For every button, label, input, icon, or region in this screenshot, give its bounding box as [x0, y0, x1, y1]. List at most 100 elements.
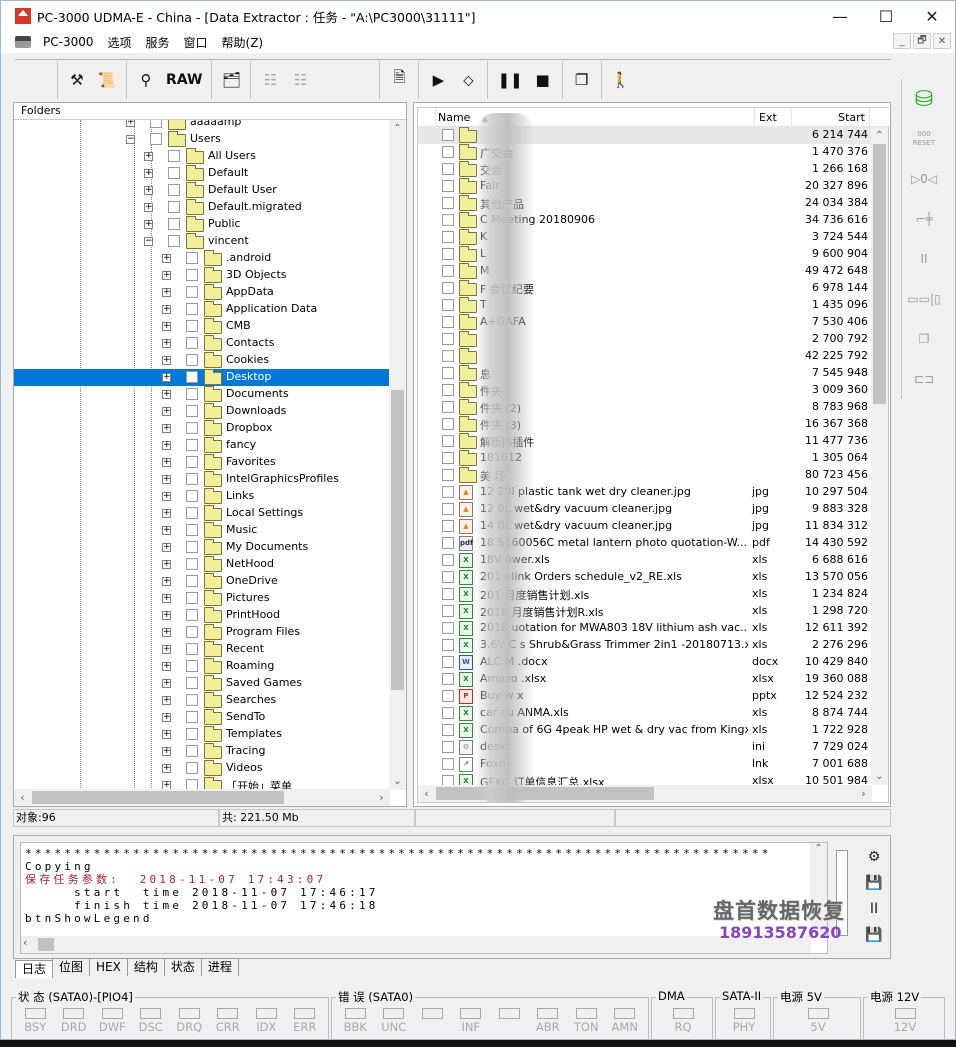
file-checkbox[interactable] — [442, 231, 454, 243]
expand-icon[interactable]: + — [162, 356, 171, 365]
log-settings-icon[interactable]: ⚙ — [860, 844, 888, 870]
pause-icon[interactable]: ❚❚ — [492, 63, 527, 97]
file-row[interactable]: P Buy w x pptx 12 524 232 — [418, 688, 872, 705]
file-row[interactable]: F 会议纪要 6 978 144 — [418, 280, 872, 297]
expand-icon[interactable]: + — [162, 577, 171, 586]
tree-item[interactable]: + Documents — [14, 386, 390, 403]
expand-icon[interactable]: + — [162, 254, 171, 263]
tree-item[interactable]: − vincent — [14, 233, 390, 250]
stop-icon[interactable]: ■ — [528, 63, 558, 97]
file-row[interactable]: W ALC M .docx docx 10 429 840 — [418, 654, 872, 671]
file-row[interactable]: X Amazo .xlsx xlsx 19 360 088 — [418, 671, 872, 688]
tab-bitmap[interactable]: 位图 — [52, 958, 91, 976]
tree-checkbox[interactable] — [186, 354, 198, 366]
tree-item[interactable]: + AppData — [14, 284, 390, 301]
connector-icon[interactable]: ⊏⊐ — [904, 359, 944, 399]
column-header-name[interactable]: Name ▲ — [436, 108, 755, 127]
mdi-close-button[interactable]: ✕ — [933, 33, 951, 49]
file-row[interactable]: X Compa of 6G 4peak HP wet & dry vac from… — [418, 722, 872, 739]
tree-item[interactable]: + Music — [14, 522, 390, 539]
file-checkbox[interactable] — [442, 724, 454, 736]
tree-item[interactable]: + Default User — [14, 182, 390, 199]
tree-item[interactable]: + Videos — [14, 760, 390, 777]
tree-checkbox[interactable] — [186, 762, 198, 774]
file-row[interactable]: Xcar cu ANMA.xls xls 8 874 744 — [418, 705, 872, 722]
log-output[interactable]: ****************************************… — [20, 842, 828, 954]
file-checkbox[interactable] — [442, 588, 454, 600]
file-row[interactable]: X 3.6V C s Shrub&Grass Trimmer 2in1 -2018… — [418, 637, 872, 654]
tree-checkbox[interactable] — [186, 422, 198, 434]
scroll-left-icon[interactable]: ‹ — [418, 785, 435, 802]
menu-help[interactable]: 帮助(Z) — [220, 34, 266, 51]
tree-item[interactable]: + .android — [14, 250, 390, 267]
file-row[interactable]: 美 场 80 723 456 — [418, 467, 872, 484]
tree-checkbox[interactable] — [168, 201, 180, 213]
file-checkbox[interactable] — [442, 367, 454, 379]
block-transfer-icon[interactable]: ▭▭|▯ — [904, 279, 944, 319]
tree-gray-icon[interactable]: ☷ — [255, 63, 285, 97]
menu-service[interactable]: 服务 — [144, 34, 172, 51]
file-row[interactable]: A+GAFA 7 530 406 — [418, 314, 872, 331]
file-checkbox[interactable] — [442, 197, 454, 209]
expand-icon[interactable]: + — [162, 305, 171, 314]
expand-icon[interactable]: + — [162, 764, 171, 773]
tree-item[interactable]: + Program Files — [14, 624, 390, 641]
file-checkbox[interactable] — [442, 384, 454, 396]
expand-icon[interactable]: + — [162, 730, 171, 739]
file-checkbox[interactable] — [442, 265, 454, 277]
tab-log[interactable]: 日志 — [15, 960, 54, 978]
file-row[interactable]: ▲ 14 0L wet&dry vacuum cleaner.jpg jpg 11 8… — [418, 518, 872, 535]
scroll-thumb[interactable] — [436, 787, 654, 800]
file-row[interactable]: 181012 1 305 064 — [418, 450, 872, 467]
file-checkbox[interactable] — [442, 520, 454, 532]
menu-options[interactable]: 选项 — [105, 34, 133, 51]
file-checkbox[interactable] — [442, 163, 454, 175]
tree-checkbox[interactable] — [168, 218, 180, 230]
file-checkbox[interactable] — [442, 469, 454, 481]
file-row[interactable]: 件夹 (2) 8 783 968 — [418, 399, 872, 416]
document-check-icon[interactable]: 🗎 — [384, 63, 414, 97]
expand-icon[interactable]: + — [144, 152, 153, 161]
folder-horizontal-scrollbar[interactable]: ‹ › — [14, 789, 390, 806]
expand-icon[interactable]: + — [162, 492, 171, 501]
switch-circuit-icon[interactable]: ⌐╪ — [904, 199, 944, 239]
file-row[interactable]: ▲ 12 0L wet&dry vacuum cleaner.jpg jpg 9 88… — [418, 501, 872, 518]
file-row[interactable]: ⚙ deskt ini 7 729 024 — [418, 739, 872, 756]
file-row[interactable]: Fair 20 327 896 — [418, 178, 872, 195]
tree-checkbox[interactable] — [150, 120, 162, 128]
expand-icon[interactable]: + — [144, 220, 153, 229]
expand-icon[interactable]: + — [144, 186, 153, 195]
expand-icon[interactable]: + — [162, 662, 171, 671]
expand-icon[interactable]: + — [126, 120, 135, 127]
file-checkbox[interactable] — [442, 214, 454, 226]
file-row[interactable]: X GEKC 订单信息汇总.xlsx xlsx 10 501 984 — [418, 773, 872, 785]
file-row[interactable]: 交会 1 266 168 — [418, 161, 872, 178]
tab-status[interactable]: 状态 — [163, 958, 202, 976]
file-row[interactable]: 解版JS插件 11 477 736 — [418, 433, 872, 450]
tree-checkbox[interactable] — [186, 677, 198, 689]
log-horizontal-scrollbar[interactable]: ‹ — [21, 936, 811, 953]
maximize-button[interactable]: ☐ — [863, 1, 909, 31]
tree-item[interactable]: + Searches — [14, 692, 390, 709]
file-checkbox[interactable] — [442, 435, 454, 447]
scroll-up-icon[interactable]: ⌃ — [389, 120, 406, 137]
expand-icon[interactable]: + — [162, 509, 171, 518]
pause-log-icon[interactable]: II — [860, 896, 888, 922]
expand-icon[interactable]: + — [162, 560, 171, 569]
file-checkbox[interactable] — [442, 146, 454, 158]
tree-item[interactable]: + Local Settings — [14, 505, 390, 522]
file-row[interactable]: 息 7 545 948 — [418, 365, 872, 382]
pc3000-menu-icon[interactable] — [15, 36, 31, 48]
close-button[interactable]: ✕ — [909, 1, 955, 31]
file-row[interactable]: 广交会 1 470 376 — [418, 144, 872, 161]
tree-item[interactable]: + NetHood — [14, 556, 390, 573]
expand-icon[interactable]: + — [162, 611, 171, 620]
file-checkbox[interactable] — [442, 248, 454, 260]
scroll-thumb[interactable] — [873, 144, 886, 404]
file-row[interactable]: X 2018 uotation for MWA803 18V lithium as… — [418, 620, 872, 637]
file-row[interactable]: M 49 472 648 — [418, 263, 872, 280]
tree-item[interactable]: + Default.migrated — [14, 199, 390, 216]
tree-checkbox[interactable] — [186, 609, 198, 621]
tree-checkbox[interactable] — [168, 167, 180, 179]
tree-item[interactable]: + Roaming — [14, 658, 390, 675]
